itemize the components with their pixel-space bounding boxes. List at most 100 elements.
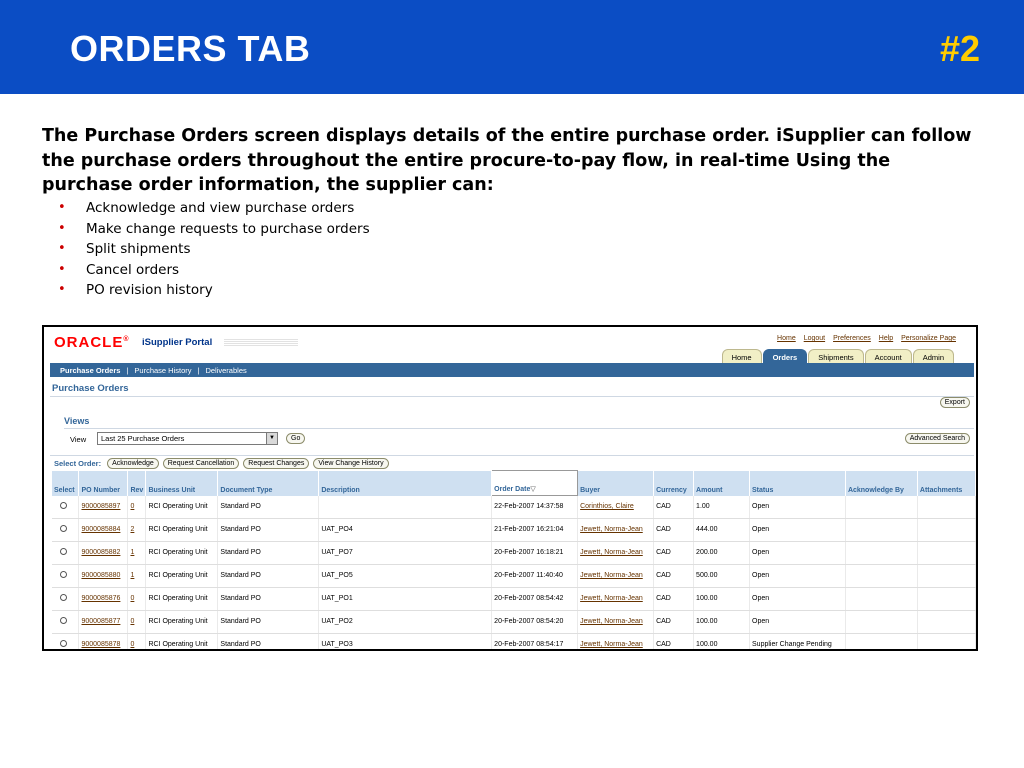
row-select-radio[interactable] [52, 610, 80, 634]
request-cancellation-button[interactable]: Request Cancellation [162, 458, 240, 469]
description-cell: UAT_PO7 [318, 541, 493, 565]
intro-text: The Purchase Orders screen displays deta… [42, 126, 972, 195]
amount-cell: 100.00 [693, 610, 751, 634]
buyer-link[interactable]: Jewett, Norma-Jean [577, 610, 655, 634]
business-unit-cell: RCI Operating Unit [145, 587, 219, 611]
help-link[interactable]: Help [879, 335, 893, 342]
tab-admin[interactable]: Admin [912, 349, 954, 364]
acknowledge-by-cell [845, 633, 918, 649]
column-header-attachments: Attachments [917, 470, 976, 496]
status-cell: Open [749, 541, 846, 565]
document-type-cell: Standard PO [217, 633, 320, 649]
attachments-cell [917, 495, 976, 519]
po-number-link[interactable]: 9000085884 [78, 518, 129, 542]
advanced-search-button[interactable]: Advanced Search [904, 433, 970, 444]
radio-icon[interactable] [60, 570, 67, 578]
buyer-link[interactable]: Corinthios, Claire [577, 495, 655, 519]
amount-cell: 100.00 [693, 633, 751, 649]
row-select-radio[interactable] [52, 633, 80, 649]
tab-orders[interactable]: Orders [762, 349, 808, 364]
radio-icon[interactable] [60, 616, 67, 624]
column-header-acknowledge-by[interactable]: Acknowledge By [845, 470, 918, 496]
row-select-radio[interactable] [52, 587, 80, 611]
chevron-down-icon[interactable]: ▼ [266, 433, 277, 444]
radio-icon[interactable] [60, 501, 67, 509]
column-header-buyer[interactable]: Buyer [577, 470, 655, 496]
revision-link[interactable]: 2 [127, 518, 147, 542]
column-header-status[interactable]: Status [749, 470, 846, 496]
buyer-link[interactable]: Jewett, Norma-Jean [577, 541, 655, 565]
row-select-radio[interactable] [52, 518, 80, 542]
buyer-link[interactable]: Jewett, Norma-Jean [577, 564, 655, 588]
order-date-cell: 21-Feb-2007 16:21:04 [491, 518, 579, 542]
revision-link[interactable]: 1 [127, 541, 147, 565]
request-changes-button[interactable]: Request Changes [243, 458, 310, 469]
revision-link[interactable]: 0 [127, 495, 147, 519]
row-select-radio[interactable] [52, 495, 80, 519]
radio-icon[interactable] [60, 547, 67, 555]
order-date-cell: 20-Feb-2007 16:18:21 [491, 541, 579, 565]
sort-descending-icon[interactable]: ▽ [530, 486, 535, 493]
views-divider [64, 428, 974, 429]
row-select-radio[interactable] [52, 564, 80, 588]
tab-account[interactable]: Account [864, 349, 912, 364]
column-header-rev[interactable]: Rev [127, 470, 147, 496]
column-header-currency[interactable]: Currency [653, 470, 695, 496]
tab-shipments[interactable]: Shipments [808, 349, 864, 364]
revision-link[interactable]: 0 [127, 610, 147, 634]
buyer-link[interactable]: Jewett, Norma-Jean [577, 587, 655, 611]
tab-home[interactable]: Home [721, 349, 762, 364]
status-cell: Open [749, 587, 846, 611]
buyer-link[interactable]: Jewett, Norma-Jean [577, 633, 655, 649]
currency-cell: CAD [653, 518, 695, 542]
column-header-amount[interactable]: Amount [693, 470, 751, 496]
bullet-list: • Acknowledge and view purchase orders • M… [58, 198, 370, 301]
column-header-business-unit[interactable]: Business Unit [145, 470, 219, 496]
export-button[interactable]: Export [939, 397, 970, 408]
personalize-page-link[interactable]: Personalize Page [901, 335, 956, 342]
view-change-history-button[interactable]: View Change History [313, 458, 389, 469]
po-number-link[interactable]: 9000085897 [78, 495, 129, 519]
column-header-po-number[interactable]: PO Number [78, 470, 129, 496]
subnav-separator: | [197, 365, 200, 375]
attachments-cell [917, 564, 976, 588]
revision-link[interactable]: 0 [127, 633, 147, 649]
row-select-radio[interactable] [52, 541, 80, 565]
amount-cell: 444.00 [693, 518, 751, 542]
revision-link[interactable]: 1 [127, 564, 147, 588]
acknowledge-button[interactable]: Acknowledge [107, 458, 159, 469]
heading-divider [50, 396, 974, 397]
radio-icon[interactable] [60, 639, 67, 647]
table-row: 9000085878 0 RCI Operating Unit Standard PO… [52, 633, 976, 649]
subnav-purchase-orders[interactable]: Purchase Orders [60, 366, 120, 375]
logout-link[interactable]: Logout [804, 335, 825, 342]
acknowledge-by-cell [845, 518, 918, 542]
subnav-deliverables[interactable]: Deliverables [205, 366, 246, 375]
business-unit-cell: RCI Operating Unit [145, 518, 219, 542]
revision-link[interactable]: 0 [127, 587, 147, 611]
go-button[interactable]: Go [286, 433, 306, 444]
buyer-link[interactable]: Jewett, Norma-Jean [577, 518, 655, 542]
column-header-document-type[interactable]: Document Type [217, 470, 320, 496]
subnav-separator: | [126, 365, 129, 375]
radio-icon[interactable] [60, 524, 67, 532]
po-number-link[interactable]: 9000085878 [78, 633, 129, 649]
po-number-link[interactable]: 9000085882 [78, 541, 129, 565]
document-type-cell: Standard PO [217, 541, 320, 565]
preferences-link[interactable]: Preferences [833, 335, 871, 342]
subnav-purchase-history[interactable]: Purchase History [134, 366, 191, 375]
view-select[interactable]: Last 25 Purchase Orders ▼ [97, 432, 278, 445]
business-unit-cell: RCI Operating Unit [145, 633, 219, 649]
business-unit-cell: RCI Operating Unit [145, 564, 219, 588]
portal-name: iSupplier Portal [142, 337, 213, 348]
home-link[interactable]: Home [777, 335, 796, 342]
po-number-link[interactable]: 9000085877 [78, 610, 129, 634]
order-date-cell: 20-Feb-2007 08:54:42 [491, 587, 579, 611]
column-header-description[interactable]: Description [318, 470, 493, 496]
currency-cell: CAD [653, 633, 695, 649]
po-number-link[interactable]: 9000085876 [78, 587, 129, 611]
column-header-order-date[interactable]: Order Date▽ [491, 470, 579, 496]
po-number-link[interactable]: 9000085880 [78, 564, 129, 588]
radio-icon[interactable] [60, 593, 67, 601]
bullet-item: • Split shipments [58, 239, 370, 260]
